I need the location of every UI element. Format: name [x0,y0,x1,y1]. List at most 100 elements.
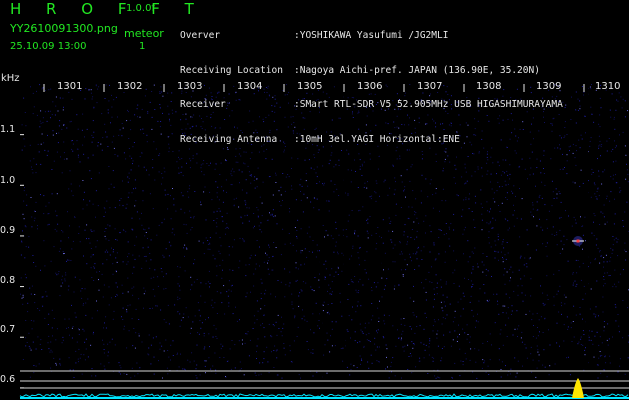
noise-pixel [613,118,615,120]
noise-pixel [119,199,121,201]
noise-pixel [462,328,464,330]
noise-pixel [612,336,613,338]
noise-pixel [98,279,99,281]
noise-pixel [201,171,203,173]
noise-pixel [567,326,569,328]
noise-pixel [597,187,599,189]
noise-pixel [501,202,503,204]
noise-pixel [131,192,133,194]
noise-pixel [390,365,392,367]
noise-pixel [352,281,354,283]
noise-pixel [617,255,619,257]
noise-pixel [91,277,93,278]
noise-pixel [45,90,46,92]
noise-pixel [302,309,303,311]
noise-pixel [566,316,568,318]
noise-pixel [283,347,285,349]
noise-pixel [76,140,78,142]
noise-pixel [107,112,109,114]
noise-pixel [63,253,64,255]
noise-pixel [233,205,235,207]
noise-pixel [603,261,605,263]
noise-pixel [263,327,265,329]
noise-pixel [32,341,34,343]
noise-pixel [196,377,198,379]
noise-pixel [515,376,517,378]
noise-pixel [435,188,437,189]
noise-pixel [351,169,352,171]
noise-pixel [533,216,534,218]
noise-pixel [577,260,579,261]
noise-pixel [308,251,310,253]
noise-pixel [199,374,201,376]
noise-pixel [480,189,482,191]
noise-pixel [524,294,526,296]
noise-pixel [281,377,283,379]
noise-pixel [215,222,217,224]
noise-pixel [295,199,297,201]
noise-pixel [375,192,377,194]
noise-pixel [495,244,497,246]
noise-pixel [68,327,69,329]
noise-pixel [204,301,206,303]
noise-pixel [138,165,140,167]
noise-pixel [456,341,458,342]
noise-pixel [491,227,493,229]
noise-pixel [450,345,452,347]
noise-pixel [214,302,216,304]
noise-pixel [333,251,335,253]
noise-pixel [418,360,420,362]
noise-pixel [131,367,133,369]
noise-pixel [165,339,167,341]
noise-pixel [471,175,473,177]
noise-pixel [573,282,574,284]
noise-pixel [313,207,315,209]
noise-pixel [626,201,628,203]
noise-pixel [163,167,165,169]
noise-pixel [255,268,257,270]
noise-pixel [224,313,226,315]
noise-pixel [50,117,51,119]
noise-pixel [583,94,585,96]
noise-pixel [138,333,140,335]
noise-pixel [319,327,320,329]
noise-pixel [78,361,79,363]
noise-pixel [87,356,89,358]
noise-pixel [150,239,152,241]
noise-pixel [168,143,170,145]
noise-pixel [242,239,244,241]
noise-pixel [216,218,218,219]
noise-pixel [452,377,453,379]
noise-pixel [250,175,252,177]
noise-pixel [593,235,595,237]
noise-pixel [510,266,512,268]
noise-pixel [388,230,390,232]
noise-pixel [143,293,145,295]
noise-pixel [358,290,360,291]
noise-pixel [351,281,353,283]
noise-pixel [114,228,116,230]
noise-pixel [449,245,451,247]
noise-pixel [575,222,577,224]
noise-pixel [395,345,397,347]
noise-pixel [43,240,45,242]
noise-pixel [95,85,97,87]
noise-pixel [260,278,262,280]
noise-pixel [356,305,358,307]
y-tick-label: 0.9 [0,225,16,236]
noise-pixel [231,175,233,177]
noise-pixel [108,239,110,241]
noise-pixel [97,88,99,90]
noise-pixel [428,342,430,344]
noise-pixel [368,322,370,324]
noise-pixel [266,346,268,348]
noise-pixel [407,236,409,238]
noise-pixel [609,355,611,357]
noise-pixel [553,198,555,199]
noise-pixel [193,217,195,219]
noise-pixel [462,364,464,366]
noise-pixel [471,211,473,212]
noise-pixel [168,147,170,149]
noise-pixel [370,319,372,321]
noise-pixel [522,300,524,302]
